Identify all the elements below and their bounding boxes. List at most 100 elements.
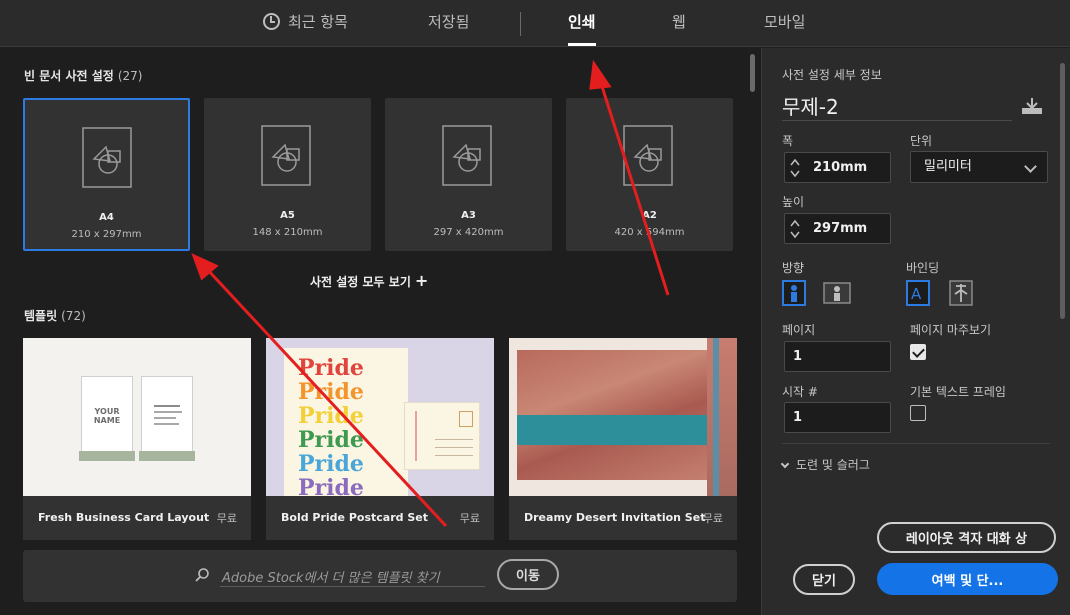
postcard-line — [415, 411, 417, 461]
search-icon — [195, 568, 209, 582]
preset-card-a5[interactable]: A5 148 x 210mm — [204, 98, 371, 251]
tab-recent-label: 최근 항목 — [288, 13, 348, 31]
desert-water-band — [517, 415, 707, 445]
unit-select[interactable]: 밀리미터 — [910, 151, 1048, 183]
tab-web[interactable]: 웹 — [672, 0, 686, 47]
tab-mobile[interactable]: 모바일 — [764, 0, 805, 47]
binding-left-to-right-icon[interactable]: A — [906, 280, 930, 306]
template-card-desert-invitation[interactable]: Dreamy Desert Invitation Set 무료 — [509, 338, 737, 540]
stock-search-input[interactable]: Adobe Stock에서 더 많은 템플릿 찾기 — [220, 567, 485, 587]
blank-presets-heading: 빈 문서 사전 설정 (27) — [24, 67, 142, 84]
pride-word-red: Pride — [298, 355, 364, 381]
plus-icon: + — [414, 271, 429, 290]
section-divider — [782, 443, 1050, 444]
stock-search-bar: Adobe Stock에서 더 많은 템플릿 찾기 이동 — [23, 550, 737, 602]
save-preset-icon[interactable] — [1020, 96, 1044, 116]
pride-word-green: Pride — [298, 427, 364, 453]
document-shape-icon — [623, 125, 673, 186]
tab-saved[interactable]: 저장됨 — [428, 0, 469, 47]
template-thumbnail — [509, 338, 737, 496]
layout-grid-button[interactable]: 레이아웃 격자 대화 상 — [877, 522, 1056, 553]
width-value: 210mm — [813, 160, 868, 175]
template-card-pride-postcard[interactable]: Pride Pride Pride Pride Pride Pride Bold… — [266, 338, 494, 540]
height-label: 높이 — [782, 195, 805, 209]
preset-dimensions: 420 x 594mm — [614, 227, 685, 238]
binding-right-to-left-icon[interactable] — [949, 280, 973, 306]
templates-heading: 템플릿 (72) — [24, 307, 86, 324]
stepper-arrows-icon[interactable] — [789, 156, 801, 180]
card-name-text: YOUR NAME — [93, 407, 121, 425]
postcard-line — [435, 455, 473, 456]
pages-value: 1 — [793, 349, 803, 364]
document-shape-icon — [442, 125, 492, 186]
card-line — [154, 405, 180, 407]
preset-details-panel: 사전 설정 세부 정보 무제-2 폭 단위 210mm 밀리미터 높이 297m… — [761, 48, 1070, 615]
card-line — [154, 423, 179, 425]
stepper-arrows-icon[interactable] — [789, 217, 801, 241]
chevron-down-icon — [1024, 160, 1037, 173]
blank-presets-count: (27) — [117, 69, 143, 83]
details-scrollbar[interactable] — [1060, 63, 1065, 319]
preset-card-a2[interactable]: A2 420 x 594mm — [566, 98, 733, 251]
bleed-slug-label: 도련 및 슬러그 — [796, 458, 870, 472]
preset-name: A4 — [99, 212, 114, 223]
facing-pages-label: 페이지 마주보기 — [910, 323, 992, 337]
invitation-stripe — [713, 338, 719, 496]
go-button[interactable]: 이동 — [497, 559, 559, 590]
svg-text:A: A — [911, 285, 922, 303]
height-field[interactable]: 297mm — [784, 213, 891, 244]
pride-word-purple: Pride — [298, 475, 364, 496]
view-all-presets-link[interactable]: 사전 설정 모두 보기 + — [310, 271, 428, 290]
primary-text-frame-checkbox[interactable] — [910, 405, 926, 421]
tab-print[interactable]: 인쇄 — [568, 0, 596, 47]
postcard-stamp — [459, 411, 473, 427]
business-card-front: YOUR NAME — [81, 376, 133, 452]
unit-label: 단위 — [910, 134, 933, 148]
height-value: 297mm — [813, 221, 868, 236]
orientation-label: 방향 — [782, 261, 805, 275]
preset-dimensions: 210 x 297mm — [71, 229, 142, 240]
document-shape-icon — [82, 127, 132, 188]
postcard-line — [435, 447, 473, 448]
template-name: Dreamy Desert Invitation Set — [524, 511, 706, 524]
preset-card-a3[interactable]: A3 297 x 420mm — [385, 98, 552, 251]
preset-name: A2 — [642, 210, 657, 221]
template-thumbnail: Pride Pride Pride Pride Pride Pride — [266, 338, 494, 496]
template-price: 무료 — [216, 512, 237, 525]
preset-card-a4[interactable]: A4 210 x 297mm — [23, 98, 190, 251]
chevron-down-icon — [780, 459, 790, 469]
template-price: 무료 — [702, 512, 723, 525]
unit-value: 밀리미터 — [924, 159, 972, 174]
pages-label: 페이지 — [782, 323, 816, 337]
document-name-field[interactable]: 무제-2 — [782, 91, 1012, 121]
landscape-orientation-icon[interactable] — [823, 280, 851, 306]
template-name: Fresh Business Card Layout — [38, 511, 210, 524]
width-field[interactable]: 210mm — [784, 152, 891, 183]
start-number-value: 1 — [793, 410, 803, 425]
facing-pages-checkbox[interactable] — [910, 344, 926, 360]
tab-divider — [520, 12, 521, 36]
start-number-field[interactable]: 1 — [784, 402, 891, 433]
blank-presets-title: 빈 문서 사전 설정 — [24, 69, 114, 83]
preset-name: A3 — [461, 210, 476, 221]
template-card-business-card[interactable]: YOUR NAME Fresh Business Card Layout 무료 — [23, 338, 251, 540]
pages-field[interactable]: 1 — [784, 341, 891, 372]
pride-word-orange: Pride — [298, 379, 364, 405]
margins-columns-button[interactable]: 여백 및 단... — [877, 563, 1058, 595]
preset-name: A5 — [280, 210, 295, 221]
postcard-line — [435, 439, 473, 440]
category-tab-bar: 최근 항목 저장됨 인쇄 웹 모바일 — [0, 0, 1070, 47]
card-line — [154, 417, 176, 419]
close-button[interactable]: 닫기 — [793, 564, 855, 595]
presets-scrollbar[interactable] — [750, 54, 755, 92]
postcard-back — [404, 402, 480, 470]
view-all-presets-label: 사전 설정 모두 보기 — [310, 275, 411, 289]
new-document-dialog: 최근 항목 저장됨 인쇄 웹 모바일 빈 문서 사전 설정 (27) A4 210… — [0, 0, 1070, 615]
template-name: Bold Pride Postcard Set — [281, 511, 428, 524]
document-shape-icon — [261, 125, 311, 186]
binding-label: 바인딩 — [906, 261, 940, 275]
portrait-orientation-icon[interactable] — [782, 280, 806, 306]
bleed-slug-toggle[interactable]: 도련 및 슬러그 — [780, 456, 870, 473]
tab-recent[interactable]: 최근 항목 — [263, 0, 348, 47]
card-shadow — [79, 451, 135, 461]
